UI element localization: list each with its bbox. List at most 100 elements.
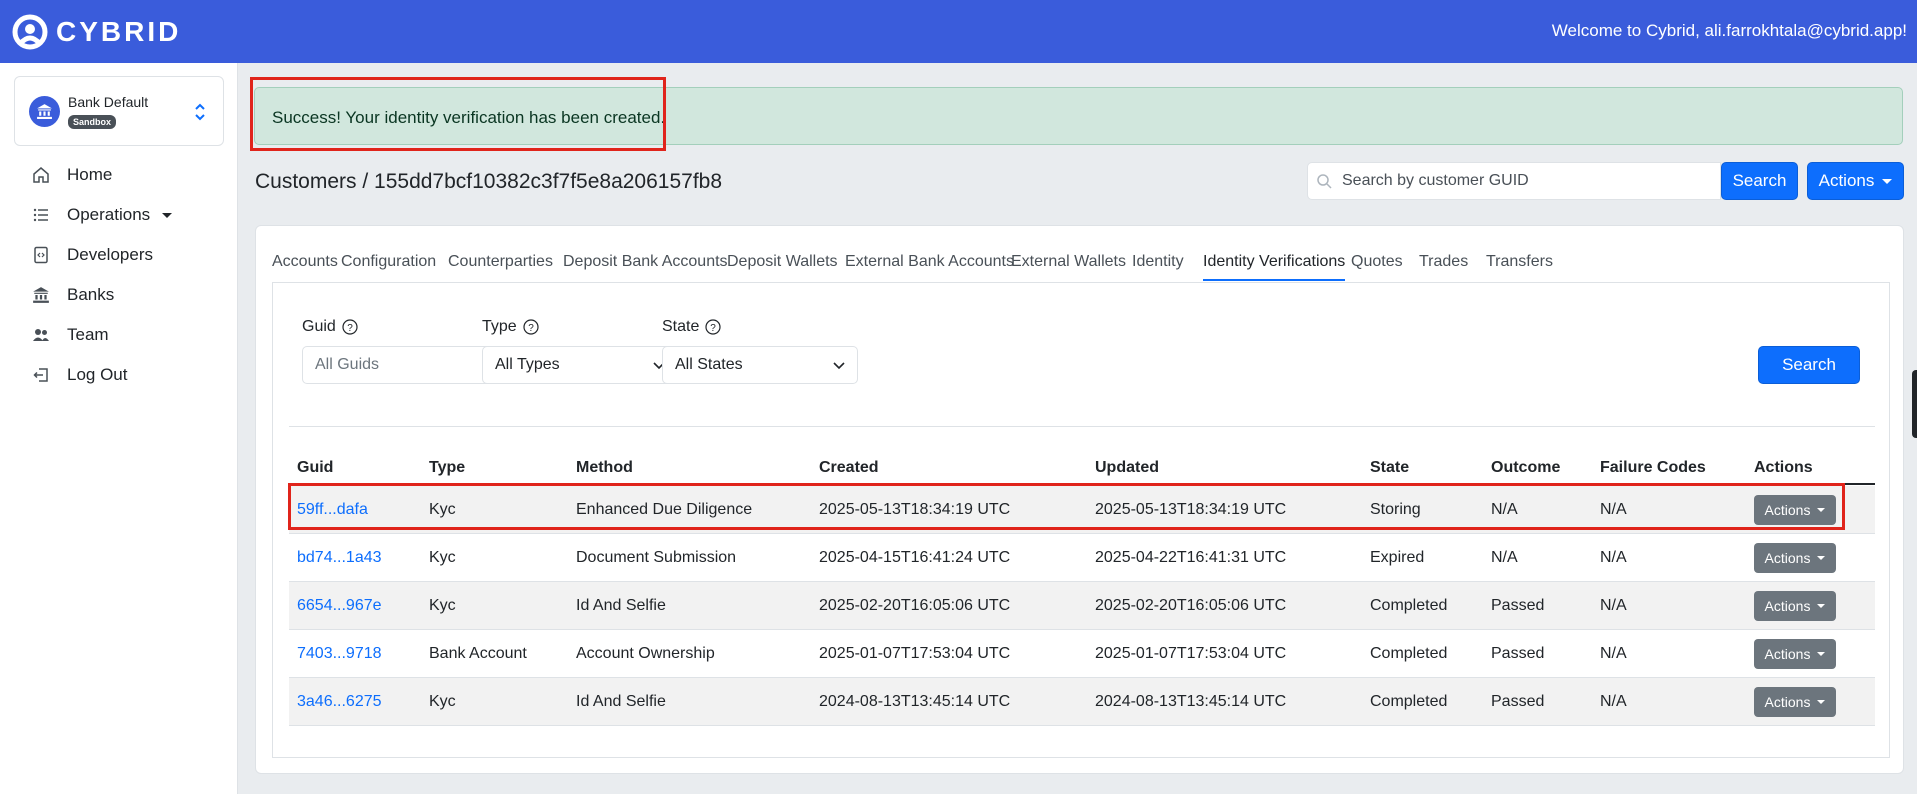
column-header-method: Method xyxy=(576,459,633,476)
people-icon xyxy=(33,329,49,341)
state-filter-value: All States xyxy=(675,356,743,373)
sidebar-item-label: Operations xyxy=(67,205,151,224)
actions-button-label: Actions xyxy=(1818,171,1875,190)
page-title: Customers / 155dd7bcf10382c3f7f5e8a20615… xyxy=(255,170,723,193)
scrollbar-handle[interactable] xyxy=(1912,370,1917,438)
row-actions-button[interactable]: Actions xyxy=(1754,591,1836,621)
state-cell: Completed xyxy=(1370,645,1448,662)
guid-link[interactable]: 7403...9718 xyxy=(297,645,382,663)
help-icon[interactable]: ? xyxy=(705,319,721,335)
type-cell: Kyc xyxy=(429,549,456,566)
outcome-cell: Passed xyxy=(1491,597,1545,614)
customer-search xyxy=(1307,162,1721,200)
caret-down-icon xyxy=(1817,556,1826,560)
tab-quotes[interactable]: Quotes xyxy=(1351,253,1403,271)
sidebar-item-logout[interactable]: Log Out xyxy=(32,363,232,387)
table-row: 3a46...6275 Kyc Id And Selfie 2024-08-13… xyxy=(289,678,1875,726)
method-cell: Id And Selfie xyxy=(576,597,666,614)
sidebar-item-operations[interactable]: Operations xyxy=(32,203,232,227)
row-actions-label: Actions xyxy=(1764,550,1811,566)
sidebar: Bank Default Sandbox Home Operations Dev… xyxy=(0,63,238,794)
tab-external-bank-accounts[interactable]: External Bank Accounts xyxy=(845,253,1014,271)
chevron-down-icon xyxy=(833,362,845,370)
tab-accounts[interactable]: Accounts xyxy=(272,253,338,271)
sidebar-item-label: Banks xyxy=(67,285,115,304)
created-cell: 2025-04-15T16:41:24 UTC xyxy=(819,549,1011,566)
tab-counterparties[interactable]: Counterparties xyxy=(448,253,553,271)
tab-deposit-wallets[interactable]: Deposit Wallets xyxy=(727,253,838,271)
sidebar-item-label: Log Out xyxy=(67,365,128,384)
welcome-message: Welcome to Cybrid, ali.farrokhtala@cybri… xyxy=(1551,21,1907,40)
tab-deposit-bank-accounts[interactable]: Deposit Bank Accounts xyxy=(563,253,728,271)
actions-button[interactable]: Actions xyxy=(1807,162,1904,200)
failure-codes-cell: N/A xyxy=(1600,549,1627,566)
method-cell: Account Ownership xyxy=(576,645,715,662)
table-row: 7403...9718 Bank Account Account Ownersh… xyxy=(289,630,1875,678)
caret-down-icon xyxy=(1817,604,1826,608)
filter-search-button[interactable]: Search xyxy=(1758,346,1860,384)
svg-text:?: ? xyxy=(711,323,717,334)
caret-down-icon xyxy=(1882,178,1893,184)
created-cell: 2025-02-20T16:05:06 UTC xyxy=(819,597,1011,614)
search-button[interactable]: Search xyxy=(1721,162,1798,200)
sidebar-item-home[interactable]: Home xyxy=(32,163,232,187)
sidebar-item-banks[interactable]: Banks xyxy=(32,283,232,307)
logout-icon xyxy=(33,368,48,382)
state-cell: Completed xyxy=(1370,693,1448,710)
tab-trades[interactable]: Trades xyxy=(1419,253,1468,271)
type-filter-label: Type ? xyxy=(482,318,539,336)
guid-link[interactable]: 6654...967e xyxy=(297,597,382,615)
row-actions-label: Actions xyxy=(1764,646,1811,662)
search-icon xyxy=(1317,174,1332,189)
top-bar: CYBRID Welcome to Cybrid, ali.farrokhtal… xyxy=(0,0,1917,63)
cybrid-logo-icon xyxy=(12,14,48,50)
type-label-text: Type xyxy=(482,318,517,335)
tab-identity-verifications[interactable]: Identity Verifications xyxy=(1203,253,1346,281)
type-filter-value: All Types xyxy=(495,356,560,373)
type-filter-select[interactable]: All Types xyxy=(482,346,678,384)
method-cell: Document Submission xyxy=(576,549,737,566)
sidebar-item-developers[interactable]: Developers xyxy=(32,243,232,267)
divider xyxy=(289,426,1875,427)
help-icon[interactable]: ? xyxy=(342,319,358,335)
row-actions-button[interactable]: Actions xyxy=(1754,687,1836,717)
column-header-state: State xyxy=(1370,459,1410,476)
cybrid-logo[interactable]: CYBRID xyxy=(12,14,181,50)
search-input[interactable] xyxy=(1342,163,1712,199)
tab-identity[interactable]: Identity xyxy=(1132,253,1184,271)
failure-codes-cell: N/A xyxy=(1600,597,1627,614)
column-header-created: Created xyxy=(819,459,879,476)
row-actions-button[interactable]: Actions xyxy=(1754,639,1836,669)
state-cell: Completed xyxy=(1370,597,1448,614)
row-actions-button[interactable]: Actions xyxy=(1754,543,1836,573)
table-row: 6654...967e Kyc Id And Selfie 2025-02-20… xyxy=(289,582,1875,630)
help-icon[interactable]: ? xyxy=(523,319,539,335)
highlight-box xyxy=(288,483,1845,530)
guid-label-text: Guid xyxy=(302,318,336,335)
row-actions-label: Actions xyxy=(1764,694,1811,710)
sidebar-item-label: Home xyxy=(67,165,113,184)
tab-transfers[interactable]: Transfers xyxy=(1486,253,1553,271)
updated-cell: 2025-04-22T16:41:31 UTC xyxy=(1095,549,1287,566)
sidebar-item-label: Developers xyxy=(67,245,153,264)
guid-link[interactable]: bd74...1a43 xyxy=(297,549,382,567)
state-filter-select[interactable]: All States xyxy=(662,346,858,384)
column-header-actions: Actions xyxy=(1754,459,1813,476)
sidebar-item-label: Team xyxy=(67,325,109,344)
tab-external-wallets[interactable]: External Wallets xyxy=(1011,253,1126,271)
bank-selector[interactable]: Bank Default Sandbox xyxy=(14,76,224,146)
outcome-cell: Passed xyxy=(1491,693,1545,710)
home-icon xyxy=(33,167,49,183)
outcome-cell: Passed xyxy=(1491,645,1545,662)
chevron-up-down-icon xyxy=(195,103,205,121)
tab-configuration[interactable]: Configuration xyxy=(341,253,436,271)
caret-down-icon xyxy=(162,212,173,218)
type-cell: Kyc xyxy=(429,693,456,710)
sandbox-badge: Sandbox xyxy=(68,115,117,129)
guid-filter-input[interactable] xyxy=(302,346,498,384)
guid-link[interactable]: 3a46...6275 xyxy=(297,693,382,711)
bank-icon xyxy=(33,287,49,303)
sidebar-item-team[interactable]: Team xyxy=(32,323,232,347)
updated-cell: 2025-01-07T17:53:04 UTC xyxy=(1095,645,1287,662)
method-cell: Id And Selfie xyxy=(576,693,666,710)
